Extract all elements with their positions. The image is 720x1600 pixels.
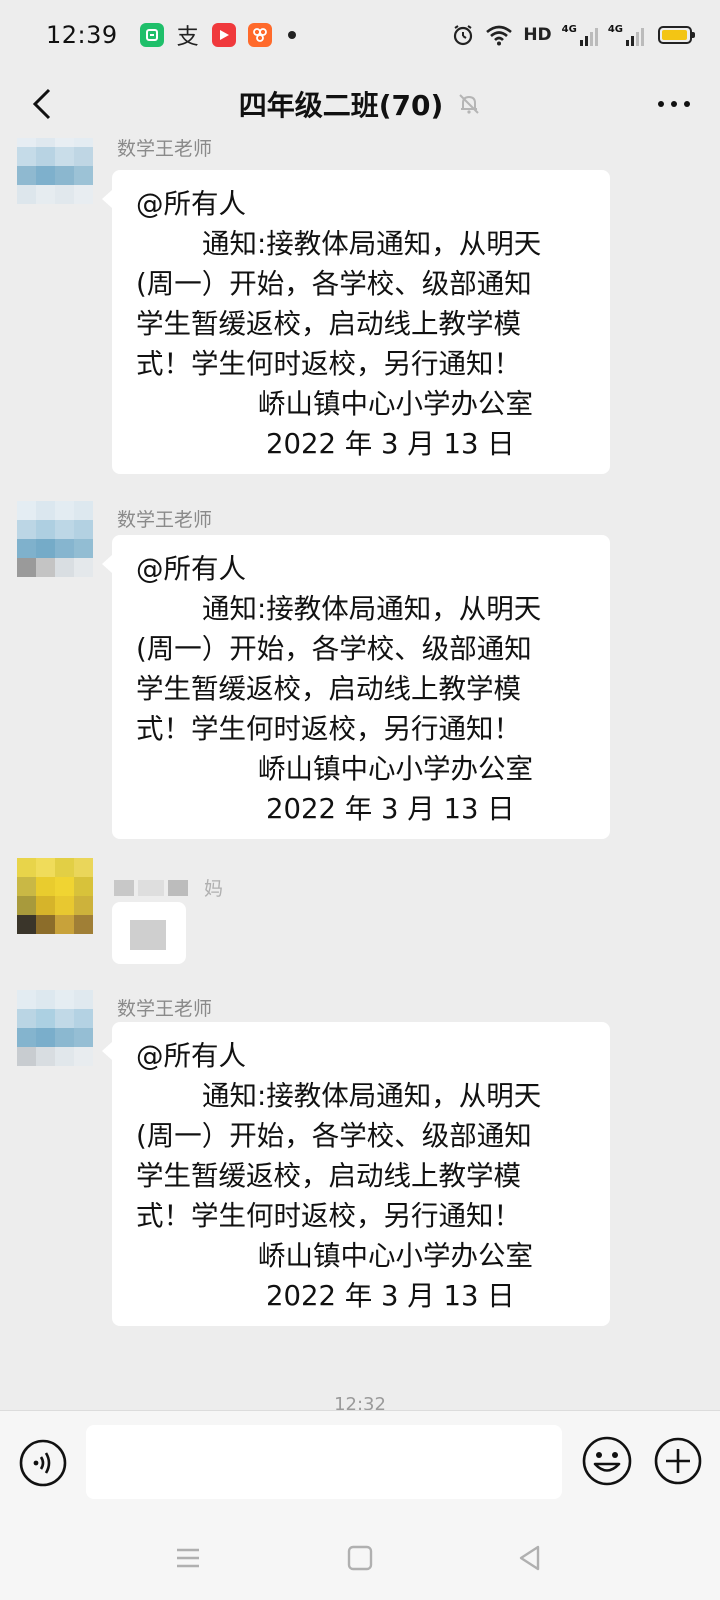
input-bar xyxy=(0,1410,720,1516)
back-button[interactable] xyxy=(20,82,64,126)
home-square-icon xyxy=(347,1545,373,1571)
more-functions-button[interactable] xyxy=(652,1435,704,1487)
status-bar: 12:39 支 HD 4G 4G xyxy=(0,0,720,70)
more-options-button[interactable] xyxy=(650,82,698,126)
voice-icon xyxy=(19,1439,67,1487)
message-bubble[interactable] xyxy=(112,902,186,964)
avatar[interactable] xyxy=(17,138,93,204)
sender-name: 数学王老师 xyxy=(117,998,213,1020)
avatar[interactable] xyxy=(17,990,93,1066)
signal-icon: 4G xyxy=(608,24,644,46)
hd-label: HD xyxy=(523,25,552,45)
message-line: (周一）开始，各学校、级部通知 xyxy=(136,633,532,665)
message-line: 式！学生何时返校，另行通知！ xyxy=(136,348,521,380)
system-back-button[interactable] xyxy=(510,1538,550,1578)
back-arrow-icon xyxy=(32,88,51,120)
chat-message: 妈 xyxy=(0,858,720,978)
avatar[interactable] xyxy=(17,858,93,934)
blurred-sender-name xyxy=(138,880,164,896)
emoji-icon xyxy=(582,1436,632,1486)
message-line: 学生暂缓返校，启动线上教学模 xyxy=(136,673,521,705)
recent-apps-button[interactable] xyxy=(168,1538,208,1578)
chat-message: 数学王老师 @所有人 通知:接教体局通知，从明天 (周一）开始，各学校、级部通知… xyxy=(0,501,720,861)
blurred-content xyxy=(130,920,166,950)
status-time: 12:39 xyxy=(46,21,118,49)
signal-label: 4G xyxy=(561,24,577,35)
message-line: @所有人 xyxy=(136,1040,246,1072)
sender-name: 数学王老师 xyxy=(117,509,213,531)
mute-bell-icon xyxy=(457,92,481,116)
battery-icon xyxy=(658,26,695,44)
message-line: 峤山镇中心小学办公室 xyxy=(258,1240,533,1272)
message-line: (周一）开始，各学校、级部通知 xyxy=(136,268,532,300)
emoji-button[interactable] xyxy=(579,1433,635,1489)
alipay-icon: 支 xyxy=(176,25,199,50)
message-line: 学生暂缓返校，启动线上教学模 xyxy=(136,1160,521,1192)
message-line: 2022 年 3 月 13 日 xyxy=(266,793,515,825)
blurred-sender-name xyxy=(114,880,134,896)
menu-icon xyxy=(177,1548,199,1568)
message-line: 峤山镇中心小学办公室 xyxy=(258,753,533,785)
message-bubble[interactable]: @所有人 通知:接教体局通知，从明天 (周一）开始，各学校、级部通知 学生暂缓返… xyxy=(102,1022,610,1326)
blurred-sender-name xyxy=(168,880,188,896)
plus-icon xyxy=(654,1437,702,1485)
message-line: 通知:接教体局通知，从明天 xyxy=(202,228,542,260)
more-icon xyxy=(658,101,690,107)
message-line: 2022 年 3 月 13 日 xyxy=(266,1280,515,1312)
signal-label: 4G xyxy=(607,24,623,35)
message-line: 2022 年 3 月 13 日 xyxy=(266,428,515,460)
chat-message: 数学王老师 @所有人 通知:接教体局通知，从明天 (周一）开始，各学校、级部通知… xyxy=(0,990,720,1350)
system-navigation-bar xyxy=(0,1516,720,1600)
sender-name: 数学王老师 xyxy=(117,138,213,160)
alarm-icon xyxy=(451,23,475,47)
message-line: 式！学生何时返校，另行通知！ xyxy=(136,1200,521,1232)
chat-header: 四年级二班(70) xyxy=(0,70,720,138)
message-input[interactable] xyxy=(86,1425,562,1499)
wechat-mini-icon xyxy=(139,23,164,47)
message-line: 通知:接教体局通知，从明天 xyxy=(202,593,542,625)
chat-message: 数学王老师 @所有人 通知:接教体局通知，从明天 (周一）开始，各学校、级部通知… xyxy=(0,138,720,488)
photo-app-icon xyxy=(247,23,272,47)
back-triangle-icon xyxy=(519,1545,540,1571)
time-divider: 12:32 xyxy=(334,1394,386,1410)
message-line: 峤山镇中心小学办公室 xyxy=(258,388,533,420)
message-line: 式！学生何时返校，另行通知！ xyxy=(136,713,521,745)
home-button[interactable] xyxy=(340,1538,380,1578)
notification-dot-icon xyxy=(287,31,296,39)
message-line: 通知:接教体局通知，从明天 xyxy=(202,1080,542,1112)
chat-message-list[interactable]: 数学王老师 @所有人 通知:接教体局通知，从明天 (周一）开始，各学校、级部通知… xyxy=(0,138,720,1410)
sender-name-partial: 妈 xyxy=(204,878,224,900)
message-bubble[interactable]: @所有人 通知:接教体局通知，从明天 (周一）开始，各学校、级部通知 学生暂缓返… xyxy=(102,170,610,474)
chat-title[interactable]: 四年级二班(70) xyxy=(239,84,444,124)
signal-icon: 4G xyxy=(562,24,598,46)
message-bubble[interactable]: @所有人 通知:接教体局通知，从明天 (周一）开始，各学校、级部通知 学生暂缓返… xyxy=(102,535,610,839)
video-app-icon xyxy=(211,23,236,47)
battery-level xyxy=(662,30,687,40)
message-line: @所有人 xyxy=(136,188,246,220)
message-line: 学生暂缓返校，启动线上教学模 xyxy=(136,308,521,340)
wifi-icon xyxy=(485,24,513,46)
message-line: @所有人 xyxy=(136,553,246,585)
avatar[interactable] xyxy=(17,501,93,577)
message-line: (周一）开始，各学校、级部通知 xyxy=(136,1120,532,1152)
voice-input-button[interactable] xyxy=(17,1437,69,1489)
